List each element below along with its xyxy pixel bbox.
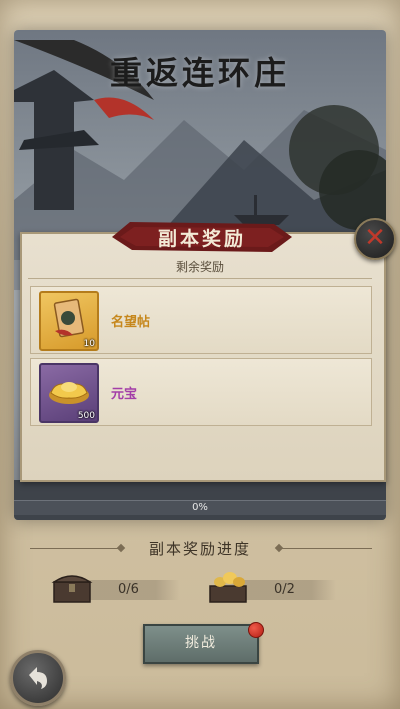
challenge-button[interactable]: 挑战 [143, 624, 259, 664]
progress-text: 0% [192, 502, 208, 513]
milestone-count: 0/2 [274, 582, 295, 597]
back-arrow-icon [29, 667, 47, 689]
back-button[interactable] [10, 650, 66, 706]
reward-name: 名望帖 [111, 315, 151, 330]
divider [28, 278, 372, 279]
gold-chest-icon[interactable] [206, 566, 250, 604]
invitation-card-icon: 10 [39, 291, 99, 351]
reward-row[interactable]: 10 名望帖 [30, 286, 372, 354]
reward-quantity: 10 [83, 339, 95, 349]
reward-quantity: 500 [77, 411, 95, 421]
section-divider-right [282, 548, 372, 549]
reward-name: 元宝 [111, 387, 138, 402]
panel-title: 副本奖励 [157, 228, 246, 250]
reward-row[interactable]: 500 元宝 [30, 358, 372, 426]
close-icon: ✕ [364, 223, 386, 253]
close-button[interactable]: ✕ [354, 218, 396, 260]
milestone-count: 0/6 [118, 582, 139, 597]
page-title: 重返连环庄 [109, 54, 290, 92]
treasure-chest-icon[interactable] [50, 568, 94, 606]
dungeon-progress-bar: 0% [14, 500, 386, 515]
gold-ingot-icon: 500 [39, 363, 99, 423]
remaining-rewards-label: 剩余奖励 [175, 260, 224, 274]
notification-dot [248, 622, 264, 638]
challenge-label: 挑战 [185, 635, 217, 651]
panel-banner: 副本奖励 [112, 218, 292, 256]
